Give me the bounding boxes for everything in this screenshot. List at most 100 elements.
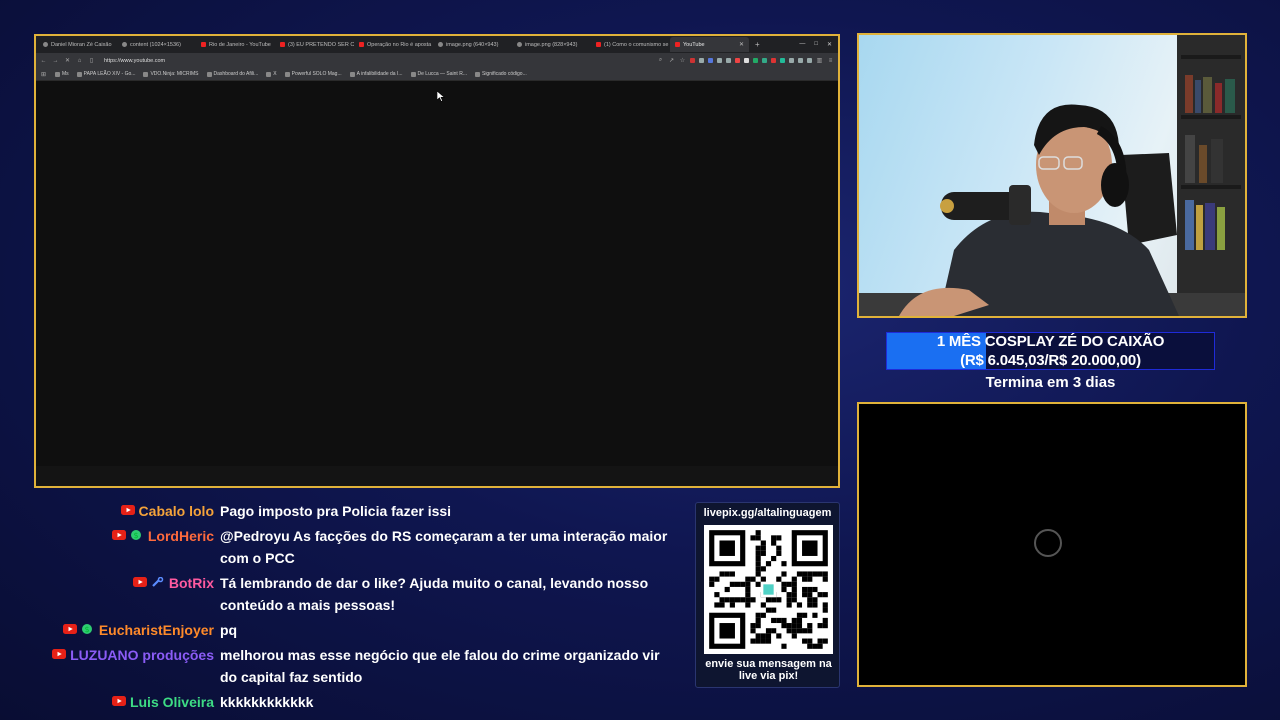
chat-username: Cabalo lolo — [138, 503, 214, 519]
home-icon[interactable]: ⌂ — [76, 58, 83, 64]
bookmark-item[interactable]: Powerful SOLO Mag... — [284, 71, 342, 77]
globe-icon — [122, 42, 127, 47]
bookmark-item[interactable]: A infalibilidade da I... — [349, 71, 403, 77]
address-bar-url: https://www.youtube.com — [104, 57, 166, 64]
page-viewport — [36, 82, 838, 468]
extension-icon[interactable] — [699, 58, 704, 63]
extension-icon[interactable] — [744, 58, 749, 63]
chat-author: $ LordHeric — [40, 525, 220, 569]
extension-icon[interactable] — [780, 58, 785, 63]
browser-tab[interactable]: (3) EU PRETENDO SER CAI — [275, 37, 354, 52]
new-tab-icon[interactable]: + — [749, 40, 766, 49]
browser-tab[interactable]: image.png (640×943) — [433, 37, 512, 52]
chat-text: melhorou mas esse negócio que ele falou … — [220, 647, 660, 685]
svg-text:$: $ — [84, 625, 89, 634]
bookmark-label: A infalibilidade da I... — [356, 71, 403, 77]
youtube-icon — [111, 530, 126, 540]
youtube-icon — [359, 42, 364, 47]
bookmark-item[interactable]: VDO.Ninja: MICRIMS — [143, 71, 199, 77]
bookmark-item[interactable]: De Lucca — Saint R... — [410, 71, 467, 77]
bookmark-item[interactable]: Ms — [55, 71, 69, 77]
browser-tab[interactable]: (1) Como o comunismo se — [591, 37, 670, 52]
dollar-icon: $ — [130, 530, 141, 540]
extension-icon[interactable] — [708, 58, 713, 63]
bookmark-favicon-icon — [143, 71, 149, 77]
wrench-icon — [152, 577, 164, 587]
chat-username: LUZUANO produções — [70, 647, 214, 663]
extension-icon[interactable] — [807, 58, 812, 63]
livepix-url: livepix.gg/altalinguagem — [703, 507, 832, 519]
browser-tab[interactable]: Operação no Rio é aposta — [354, 37, 433, 52]
bookmark-item[interactable]: PAPA LEÃO XIV - Go... — [76, 71, 135, 77]
chat-author: Luis Oliveira — [40, 691, 220, 713]
extension-icon[interactable] — [762, 58, 767, 63]
back-icon[interactable]: ← — [40, 58, 47, 64]
share-icon[interactable]: ↗ — [668, 57, 675, 64]
bookmark-item[interactable]: Significado código... — [474, 71, 527, 77]
tab-label: (1) Como o comunismo se — [604, 41, 669, 48]
browser-tab[interactable]: Daniel Mioran Zé Caixão — [38, 37, 117, 52]
bookmark-favicon-icon — [266, 71, 272, 77]
youtube-icon — [111, 696, 126, 706]
chat-message: BotRix Tá lembrando de dar o like? Ajuda … — [40, 572, 690, 616]
browser-tab[interactable]: image.png (828×943) — [512, 37, 591, 52]
chat-username: LordHeric — [147, 528, 214, 544]
bookmark-favicon-icon — [55, 71, 60, 77]
extension-icon[interactable] — [789, 58, 794, 63]
livepix-card: livepix.gg/altalinguagem envie sua mensa… — [695, 502, 840, 688]
apps-grid-icon[interactable]: ⊞ — [40, 71, 47, 78]
address-bar[interactable]: https://www.youtube.com — [100, 55, 520, 66]
extension-icon[interactable] — [717, 58, 722, 63]
browser-tab[interactable]: Rio de Janeiro - YouTube — [196, 37, 275, 52]
tab-label: Operação no Rio é aposta — [367, 41, 432, 48]
extension-icon[interactable] — [726, 58, 731, 63]
goal-deadline: Termina em 3 dias — [985, 374, 1116, 391]
livepix-footer: envie sua mensagem na live via pix! — [705, 658, 832, 682]
bookmark-item[interactable]: Dashboard do Afili... — [206, 71, 259, 77]
maximize-icon[interactable]: □ — [814, 41, 818, 48]
chat-username: BotRix — [168, 575, 214, 591]
chat-username: EucharistEnjoyer — [98, 622, 214, 638]
forward-icon[interactable]: → — [52, 58, 59, 64]
minimize-icon[interactable]: — — [799, 41, 805, 48]
extension-icon[interactable] — [753, 58, 758, 63]
zoom-icon[interactable]: ⌕ — [657, 57, 664, 64]
tab-label: Daniel Mioran Zé Caixão — [51, 41, 112, 48]
window-controls: — □ ✕ — [799, 41, 838, 48]
chat-text: @Pedroyu As facções do RS começaram a te… — [220, 528, 668, 566]
tab-close-icon[interactable]: ✕ — [739, 41, 744, 48]
youtube-icon — [675, 42, 680, 47]
bookmark-label: Ms — [62, 71, 69, 77]
close-icon[interactable]: ✕ — [827, 41, 832, 48]
extension-icon[interactable] — [690, 58, 695, 63]
bookmark-item[interactable]: X — [266, 71, 277, 77]
globe-icon — [438, 42, 443, 47]
chat-message: Luis Oliveira kkkkkkkkkkkk — [40, 691, 690, 713]
browser-tab[interactable]: content (1024×1536) — [117, 37, 196, 52]
bookmark-favicon-icon — [76, 71, 82, 77]
menu-icon[interactable]: ≡ — [827, 58, 834, 64]
youtube-icon — [132, 577, 147, 587]
stop-loading-icon[interactable]: ✕ — [64, 57, 71, 64]
live-chat: Cabalo lolo Pago imposto pra Policia faze… — [40, 500, 690, 716]
extension-icon[interactable] — [735, 58, 740, 63]
chat-message: LUZUANO produções melhorou mas esse negóc… — [40, 644, 690, 688]
star-icon[interactable]: ☆ — [679, 57, 686, 64]
extension-icon[interactable] — [798, 58, 803, 63]
youtube-icon — [52, 649, 67, 659]
bookmark-icon[interactable]: ▯ — [88, 57, 95, 64]
sidebar-icon[interactable]: ▥ — [816, 57, 823, 64]
goal-text: 1 MÊS COSPLAY ZÉ DO CAIXÃO (R$ 6.045,03/… — [887, 333, 1214, 369]
youtube-icon — [596, 42, 601, 47]
qr-code-icon — [704, 525, 833, 654]
webcam-feed — [857, 33, 1247, 318]
bookmark-label: Dashboard do Afili... — [213, 71, 259, 77]
tab-label: Rio de Janeiro - YouTube — [209, 41, 271, 48]
extension-icon[interactable] — [771, 58, 776, 63]
browser-tab[interactable]: YouTube ✕ — [670, 37, 749, 52]
bookmark-favicon-icon — [349, 71, 355, 77]
dollar-icon: $ — [81, 624, 92, 634]
tab-label: content (1024×1536) — [130, 41, 181, 48]
youtube-icon — [201, 42, 206, 47]
streamer-webcam-image — [859, 35, 1245, 316]
